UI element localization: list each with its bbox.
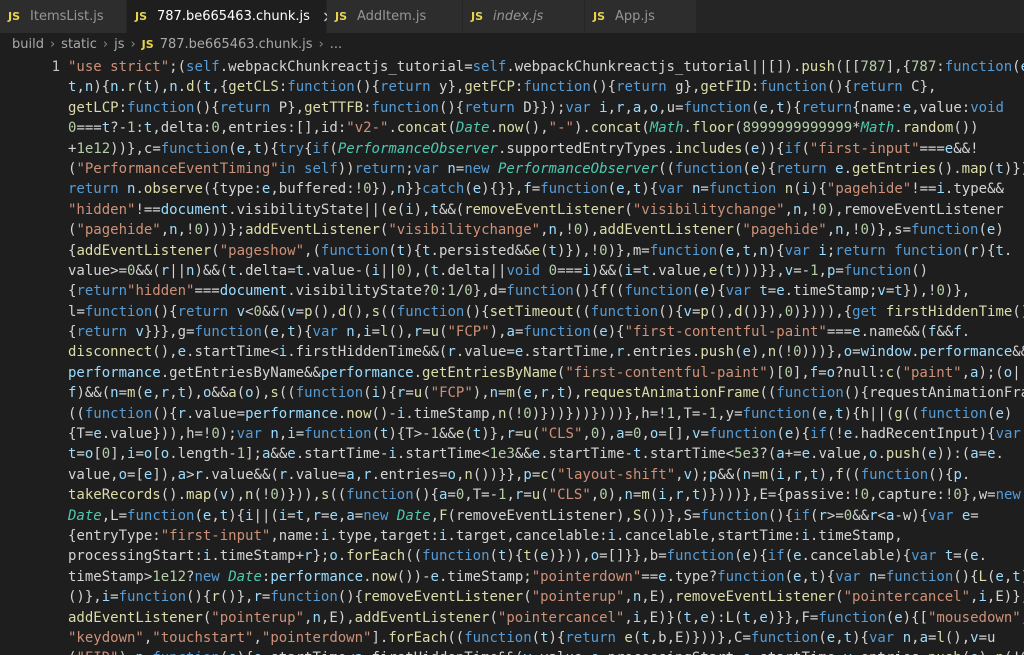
code-line: return n.observe({type:e,buffered:!0}),n… <box>68 181 1004 198</box>
js-file-icon: JS <box>335 10 348 23</box>
breadcrumb-item-file[interactable]: 787.be665463.chunk.js <box>160 37 313 52</box>
js-file-icon: JS <box>8 10 21 23</box>
code-line: value,o=[e]),a>r.value&&(r.value=a,r.ent… <box>68 466 971 483</box>
js-file-icon: JS <box>135 10 148 23</box>
chevron-right-icon: › <box>102 36 109 52</box>
code-content[interactable]: "use strict";(self.webpackChunkreactjs_t… <box>68 57 1024 655</box>
code-editor[interactable]: 1 "use strict";(self.webpackChunkreactjs… <box>0 55 1024 655</box>
code-line: "use strict";(self.webpackChunkreactjs_t… <box>68 59 1024 75</box>
code-line: processingStart:i.timeStamp+r};o.forEach… <box>68 548 988 565</box>
chevron-right-icon: › <box>318 36 324 52</box>
code-line: ()},i=function(){r()},r=function(){remov… <box>68 589 1024 606</box>
chevron-right-icon: › <box>130 36 136 52</box>
tab-itemslist[interactable]: JS ItemsList.js <box>0 0 127 33</box>
editor-tab-bar: JS ItemsList.js JS 787.be665463.chunk.js… <box>0 0 1024 33</box>
tab-label: 787.be665463.chunk.js <box>157 9 310 24</box>
code-line: l=function(){return v<0&&(v=p(),d(),s((f… <box>68 303 1024 320</box>
breadcrumb-item-static[interactable]: static <box>61 37 97 52</box>
breadcrumb-item-symbols[interactable]: ... <box>330 37 342 52</box>
tab-label: AddItem.js <box>357 9 427 24</box>
code-line: +1e12))},c=function(e,t){try{if(Performa… <box>68 140 979 157</box>
code-line: {addEventListener("pageshow",(function(t… <box>68 242 1013 259</box>
tab-label: index.js <box>493 9 544 24</box>
code-line: disconnect(),e.startTime<i.firstHiddenTi… <box>68 344 1024 361</box>
code-line: takeRecords().map(v),n(!0)})),s((functio… <box>68 487 1021 504</box>
code-line: {T=e.value})),h=!0);var n,i=function(t){… <box>68 426 1021 443</box>
code-line: t=o[0],i=o[o.length-1];a&&e.startTime-i.… <box>68 446 1004 463</box>
code-line: getLCP:function(){return P},getTTFB:func… <box>68 99 1004 116</box>
js-file-icon: JS <box>471 10 484 23</box>
code-line: {return v}}},g=function(e,t){var n,i=l()… <box>68 324 971 341</box>
js-file-icon: JS <box>593 10 606 23</box>
code-line: 0===t?-1:t,delta:0,entries:[],id:"v2-".c… <box>68 120 979 137</box>
code-line: {return"hidden"===document.visibilitySta… <box>68 283 971 300</box>
code-line: "keydown","touchstart","pointerdown"].fo… <box>68 629 996 646</box>
code-line: ("PerformanceEventTiming"in self))return… <box>68 160 1024 177</box>
breadcrumb: build › static › js › JS 787.be665463.ch… <box>0 33 1024 55</box>
code-line: {entryType:"first-input",name:i.type,tar… <box>68 527 903 544</box>
code-line: performance.getEntriesByName&&performanc… <box>68 364 1024 381</box>
breadcrumb-item-build[interactable]: build <box>12 37 44 52</box>
js-file-icon: JS <box>141 37 154 51</box>
tab-chunk[interactable]: JS 787.be665463.chunk.js × <box>127 0 335 33</box>
code-line: value>=0&&(r||n)&&(t.delta=t.value-(i||0… <box>68 262 929 279</box>
chevron-right-icon: › <box>49 36 56 52</box>
tab-index[interactable]: JS index.js <box>463 0 585 33</box>
code-line: "hidden"!==document.visibilityState||(e(… <box>68 201 1004 218</box>
code-line: f)&&(n=m(e,r,t),o&&a(o),s((function(i){r… <box>68 385 1024 402</box>
tab-app[interactable]: JS App.js <box>585 0 697 33</box>
tab-label: App.js <box>615 9 655 24</box>
tab-label: ItemsList.js <box>30 9 104 24</box>
tab-additem[interactable]: JS AddItem.js <box>327 0 463 33</box>
line-number-gutter: 1 <box>0 55 60 77</box>
code-line: ("FID"),p=function(e){e.startTime<a.firs… <box>68 648 1024 655</box>
code-line: ((function(){r.value=performance.now()-i… <box>68 405 1013 422</box>
code-line: addEventListener("pointerup",n,E),addEve… <box>68 609 1024 626</box>
code-line: t,n){n.r(t),n.d(t,{getCLS:function(){ret… <box>68 79 937 96</box>
code-line: ("pagehide",n,!0)))};addEventListener("v… <box>68 222 1004 239</box>
code-line: Date,L=function(e,t){i||(i=t,r=e,a=new D… <box>68 507 979 524</box>
line-number: 1 <box>51 59 60 75</box>
breadcrumb-item-js[interactable]: js <box>114 37 124 52</box>
code-line: timeStamp>1e12?new Date:performance.now(… <box>68 568 1024 585</box>
